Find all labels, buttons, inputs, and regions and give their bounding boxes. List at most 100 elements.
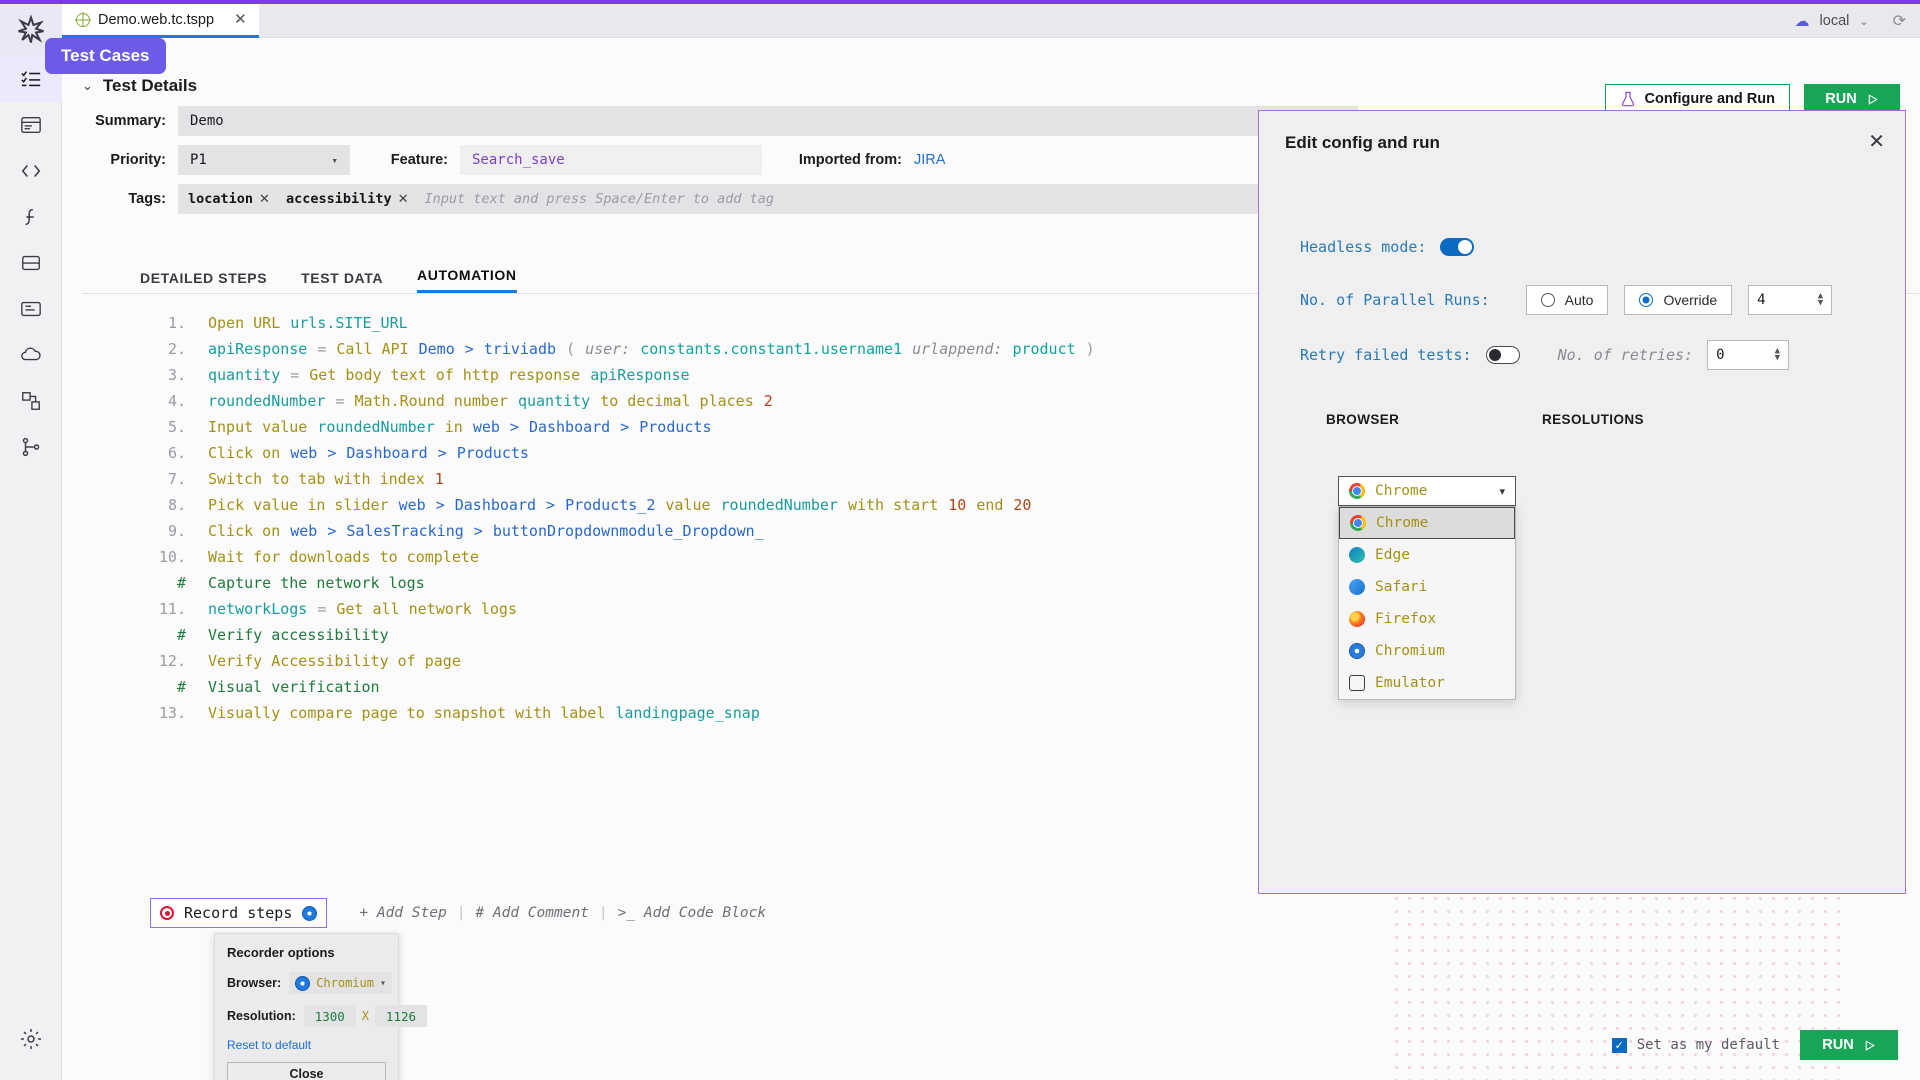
parallel-auto-label: Auto xyxy=(1565,292,1594,308)
step-token: roundedNumber xyxy=(721,496,838,514)
step-token: Products xyxy=(639,418,711,436)
tags-input[interactable]: location ✕ accessibility ✕ Input text an… xyxy=(178,184,1358,214)
close-icon[interactable]: ✕ xyxy=(1868,129,1885,154)
chevron-down-icon: ▾ xyxy=(331,154,338,167)
chevron-down-icon: ▾ xyxy=(380,978,386,989)
recorder-close-button[interactable]: Close xyxy=(227,1062,386,1080)
tag-chip: accessibility xyxy=(286,191,392,207)
retries-input[interactable]: 0 ▲▼ xyxy=(1707,340,1789,370)
browser-option-edge[interactable]: Edge xyxy=(1339,539,1515,571)
reset-to-default-link[interactable]: Reset to default xyxy=(227,1038,386,1052)
checkbox-checked-icon[interactable]: ✓ xyxy=(1612,1038,1627,1053)
retry-failed-row: Retry failed tests: No. of retries: 0 ▲▼ xyxy=(1300,340,1789,370)
parallel-runs-row: No. of Parallel Runs: Auto Override 4 ▲▼ xyxy=(1300,285,1832,315)
step-token: quantity xyxy=(518,392,590,410)
env-indicator: ☁ local ⌄ ⟳ xyxy=(1795,4,1906,38)
recorder-browser-value: Chromium xyxy=(316,976,374,990)
sidebar-item-pages[interactable] xyxy=(0,102,62,148)
close-icon[interactable]: ✕ xyxy=(259,191,270,207)
step-number: # xyxy=(140,574,186,592)
record-steps-button[interactable]: Record steps xyxy=(150,898,327,928)
chromium-icon[interactable] xyxy=(302,906,317,921)
browser-option-chrome[interactable]: Chrome xyxy=(1339,507,1515,539)
step-token: = xyxy=(317,600,326,618)
sidebar-item-plugins[interactable] xyxy=(0,378,62,424)
imported-from-link[interactable]: JIRA xyxy=(914,152,945,168)
stepper-icon[interactable]: ▲▼ xyxy=(1775,348,1780,362)
step-token: Open URL xyxy=(208,314,280,332)
step-number: 10. xyxy=(140,548,186,566)
stepper-icon[interactable]: ▲▼ xyxy=(1818,293,1823,307)
step-token: ( xyxy=(566,340,575,358)
browser-option-safari[interactable]: Safari xyxy=(1339,571,1515,603)
step-token: triviadb xyxy=(484,340,556,358)
sidebar-item-code[interactable] xyxy=(0,148,62,194)
set-default-checkbox-wrap[interactable]: ✓ Set as my default xyxy=(1612,1037,1780,1053)
step-token: 20 xyxy=(1013,496,1031,514)
add-step-button[interactable]: + Add Step xyxy=(349,905,456,921)
step-token: Capture the network logs xyxy=(208,574,425,592)
tab-detailed-steps[interactable]: DETAILED STEPS xyxy=(140,270,267,293)
headless-mode-toggle[interactable] xyxy=(1440,238,1474,256)
browser-option-firefox[interactable]: Firefox xyxy=(1339,603,1515,635)
sidebar-item-functions[interactable] xyxy=(0,194,62,240)
sidebar-item-reports[interactable] xyxy=(0,286,62,332)
step-token: web xyxy=(473,418,500,436)
recorder-browser-select[interactable]: Chromium ▾ xyxy=(289,972,392,994)
step-token: Visually compare page to snapshot with l… xyxy=(208,704,605,722)
step-token: Dashboard xyxy=(346,444,427,462)
close-icon[interactable]: ✕ xyxy=(234,12,247,27)
sidebar-item-version-control[interactable] xyxy=(0,424,62,470)
sidebar-item-data[interactable] xyxy=(0,240,62,286)
step-token: > xyxy=(465,340,474,358)
step-token: apiResponse xyxy=(590,366,689,384)
tab-label: Demo.web.tc.tspp xyxy=(98,12,214,28)
step-number: # xyxy=(140,626,186,644)
tab-automation[interactable]: AUTOMATION xyxy=(417,267,517,293)
add-code-block-button[interactable]: >_ Add Code Block xyxy=(608,905,776,921)
headless-mode-label: Headless mode: xyxy=(1300,238,1426,256)
sidebar-item-settings[interactable] xyxy=(0,1016,62,1062)
step-number: 7. xyxy=(140,470,186,488)
summary-input[interactable]: Demo xyxy=(178,106,1358,136)
step-token: roundedNumber xyxy=(317,418,434,436)
browser-select[interactable]: Chrome ▾ xyxy=(1338,476,1516,506)
config-panel-title: Edit config and run xyxy=(1285,133,1440,153)
config-run-button[interactable]: RUN xyxy=(1800,1030,1898,1060)
browser-option-emulator[interactable]: Emulator xyxy=(1339,667,1515,699)
parallel-auto-radio[interactable]: Auto xyxy=(1526,285,1609,315)
chevron-down-icon[interactable]: ⌄ xyxy=(82,78,93,94)
chevron-down-icon[interactable]: ⌄ xyxy=(1859,15,1868,28)
step-token: Visual verification xyxy=(208,678,380,696)
emulator-icon xyxy=(1349,675,1365,691)
radio-icon xyxy=(1541,293,1555,307)
recorder-res-height[interactable]: 1126 xyxy=(375,1005,427,1027)
retries-label: No. of retries: xyxy=(1558,346,1693,364)
resolutions-column-header: RESOLUTIONS xyxy=(1542,412,1644,427)
step-token: roundedNumber xyxy=(208,392,325,410)
step-token: > xyxy=(327,444,336,462)
parallel-override-radio[interactable]: Override xyxy=(1624,285,1732,315)
refresh-icon[interactable]: ⟳ xyxy=(1893,11,1906,31)
parallel-runs-input[interactable]: 4 ▲▼ xyxy=(1748,285,1832,315)
browser-option-chromium[interactable]: Chromium xyxy=(1339,635,1515,667)
step-number: 4. xyxy=(140,392,186,410)
recorder-res-width[interactable]: 1300 xyxy=(304,1005,356,1027)
step-token: Get all network logs xyxy=(336,600,517,618)
feature-input[interactable]: Search_save xyxy=(460,145,762,175)
browser-option-label: Emulator xyxy=(1375,675,1445,691)
close-icon[interactable]: ✕ xyxy=(398,191,409,207)
tab-demo-web-tc[interactable]: Demo.web.tc.tspp ✕ xyxy=(62,4,259,38)
sidebar-item-cloud[interactable] xyxy=(0,332,62,378)
tab-test-data[interactable]: TEST DATA xyxy=(301,270,383,293)
retry-failed-toggle[interactable] xyxy=(1486,346,1520,364)
recorder-options-title: Recorder options xyxy=(227,945,386,960)
step-token: > xyxy=(436,496,445,514)
step-token: Click on xyxy=(208,444,280,462)
step-token: user: xyxy=(585,340,630,358)
test-details-header[interactable]: ⌄ Test Details xyxy=(82,76,197,96)
test-cases-pill[interactable]: Test Cases xyxy=(45,38,166,74)
recorder-resolution-label: Resolution: xyxy=(227,1009,296,1023)
add-comment-button[interactable]: # Add Comment xyxy=(465,905,599,921)
priority-select[interactable]: P1 ▾ xyxy=(178,145,350,175)
